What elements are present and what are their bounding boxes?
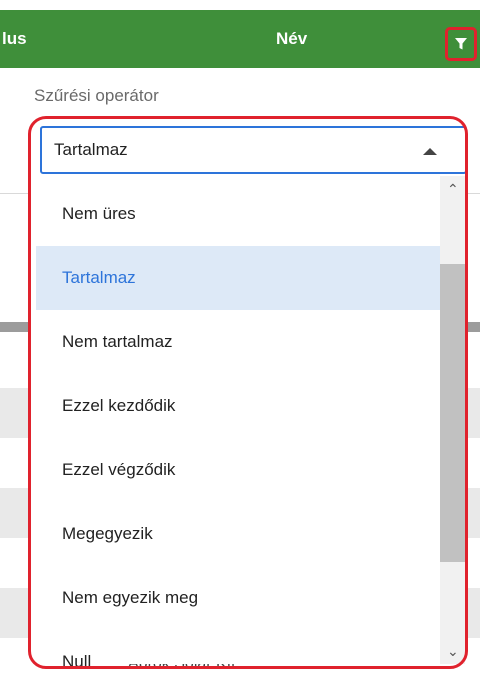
option-equals[interactable]: Megegyezik xyxy=(36,502,440,566)
option-not-contains[interactable]: Nem tartalmaz xyxy=(36,310,440,374)
scroll-down-icon[interactable]: ⌄ xyxy=(447,644,459,658)
filter-operator-label: Szűrési operátor xyxy=(34,86,159,105)
caret-up-icon xyxy=(423,148,437,155)
column-header-name[interactable]: Név xyxy=(276,10,307,68)
option-starts-with[interactable]: Ezzel kezdődik xyxy=(36,374,440,438)
filter-button[interactable] xyxy=(445,27,477,61)
option-ends-with[interactable]: Ezzel végződik xyxy=(36,438,440,502)
filter-operator-options: Nem üres Tartalmaz Nem tartalmaz Ezzel k… xyxy=(36,182,440,666)
filter-operator-select[interactable]: Tartalmaz xyxy=(40,126,467,174)
column-header-status[interactable]: lus xyxy=(2,10,27,68)
scrollbar-thumb[interactable] xyxy=(440,264,465,562)
table-header: lus Név xyxy=(0,10,480,68)
options-scrollbar[interactable]: ⌃ ⌄ xyxy=(440,176,465,664)
option-null[interactable]: Null xyxy=(36,630,440,666)
filter-operator-value: Tartalmaz xyxy=(54,140,128,159)
option-not-empty[interactable]: Nem üres xyxy=(36,182,440,246)
scroll-up-icon[interactable]: ⌃ xyxy=(447,182,459,196)
option-contains[interactable]: Tartalmaz xyxy=(36,246,440,310)
option-not-equals[interactable]: Nem egyezik meg xyxy=(36,566,440,630)
filter-icon xyxy=(455,38,467,50)
